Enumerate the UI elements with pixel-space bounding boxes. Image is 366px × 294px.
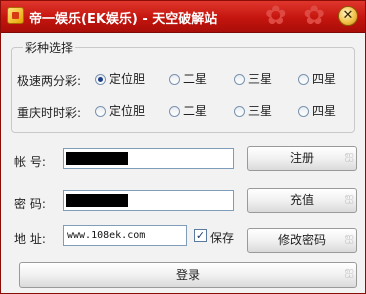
login-button[interactable]: 登录 ஐ <box>19 262 357 288</box>
window-title: 帝一娱乐(EK娱乐) - 天空破解站 <box>29 12 218 27</box>
close-icon: ✕ <box>342 8 354 23</box>
radio-button-icon <box>169 106 180 117</box>
save-checkbox[interactable]: ✓ <box>194 229 207 242</box>
row-label-chongqing: 重庆时时彩: <box>17 106 82 120</box>
radio-label: 定位胆 <box>109 72 146 86</box>
radio-chongqing-erxing[interactable]: 二星 <box>169 104 207 118</box>
title-decoration: ✿ ✿ <box>264 1 325 31</box>
radio-button-icon <box>169 74 180 85</box>
change-password-button[interactable]: 修改密码 ஐ <box>247 228 357 253</box>
row-label-speed-two-min: 极速两分彩: <box>17 74 82 88</box>
radio-chongqing-dingweidan[interactable]: 定位胆 <box>95 104 145 118</box>
radio-label: 四星 <box>312 72 337 86</box>
radio-button-icon <box>234 74 245 85</box>
radio-button-icon <box>95 74 106 85</box>
radio-label: 三星 <box>248 72 273 86</box>
save-label[interactable]: 保存 <box>210 229 234 246</box>
recharge-button[interactable]: 充值 ஐ <box>247 188 357 213</box>
radio-label: 二星 <box>183 104 208 118</box>
password-label: 密 码: <box>14 197 46 211</box>
button-swirl-decoration: ஐ <box>344 148 354 162</box>
password-input[interactable] <box>63 190 234 211</box>
password-masked-value <box>66 194 128 207</box>
radio-button-icon <box>234 106 245 117</box>
app-window: ✿ ✿ 帝一娱乐(EK娱乐) - 天空破解站 ✕ 彩种选择 极速两分彩: 定位胆… <box>0 0 366 294</box>
radio-chongqing-sixing[interactable]: 四星 <box>298 104 336 118</box>
radio-label: 四星 <box>312 104 337 118</box>
change-password-button-label: 修改密码 <box>277 233 326 247</box>
register-button[interactable]: 注册 ஐ <box>247 146 357 171</box>
app-logo-icon <box>7 7 24 24</box>
account-label: 帐 号: <box>14 155 46 169</box>
title-bar[interactable]: ✿ ✿ 帝一娱乐(EK娱乐) - 天空破解站 ✕ <box>1 1 365 33</box>
register-button-label: 注册 <box>289 151 314 165</box>
radio-button-icon <box>95 106 106 117</box>
radio-chongqing-sanxing[interactable]: 三星 <box>234 104 272 118</box>
radio-label: 二星 <box>183 72 208 86</box>
lottery-type-legend: 彩种选择 <box>23 39 76 56</box>
address-input[interactable]: www.108ek.com <box>63 225 187 246</box>
radio-speed-sanxing[interactable]: 三星 <box>234 72 272 86</box>
radio-button-icon <box>298 106 309 117</box>
button-swirl-decoration: ஐ <box>344 230 354 244</box>
account-input[interactable] <box>63 148 234 169</box>
radio-label: 定位胆 <box>109 104 146 118</box>
button-swirl-decoration: ஐ <box>344 190 354 204</box>
radio-speed-sixing[interactable]: 四星 <box>298 72 336 86</box>
close-button[interactable]: ✕ <box>338 6 358 26</box>
checkmark-icon: ✓ <box>195 229 206 242</box>
button-swirl-decoration: ஐ <box>344 264 354 278</box>
address-label: 地 址: <box>14 232 46 246</box>
radio-speed-erxing[interactable]: 二星 <box>169 72 207 86</box>
login-button-label: 登录 <box>175 268 200 282</box>
radio-button-icon <box>298 74 309 85</box>
radio-label: 三星 <box>248 104 273 118</box>
radio-speed-dingweidan[interactable]: 定位胆 <box>95 72 145 86</box>
recharge-button-label: 充值 <box>289 193 314 207</box>
account-masked-value <box>66 152 128 165</box>
